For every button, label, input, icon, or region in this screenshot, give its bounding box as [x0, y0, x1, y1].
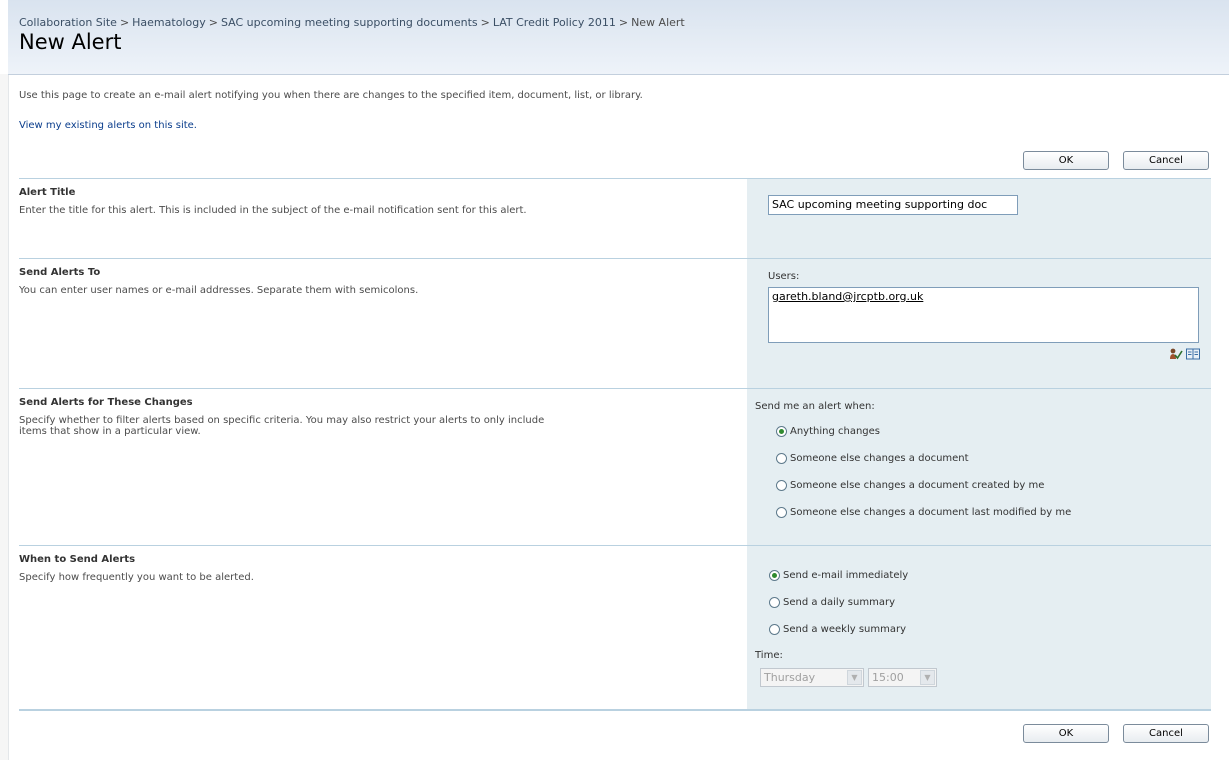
section-description: You can enter user names or e-mail addre… [19, 285, 419, 296]
radio-label: Someone else changes a document created … [790, 479, 1045, 491]
section-divider [19, 709, 1211, 711]
page-title: New Alert [19, 30, 122, 54]
breadcrumb-item-sac-documents[interactable]: SAC upcoming meeting supporting document… [221, 16, 478, 29]
radio-changes-created-by-me[interactable]: Someone else changes a document created … [776, 478, 1044, 492]
alert-title-input[interactable]: SAC upcoming meeting supporting doc [768, 195, 1018, 215]
cancel-button-top[interactable]: Cancel [1123, 151, 1209, 170]
left-gutter [0, 74, 9, 760]
users-input[interactable]: gareth.bland@jrcptb.org.uk [768, 287, 1199, 343]
chevron-down-icon: ▼ [847, 670, 862, 685]
section-description: Specify whether to filter alerts based o… [19, 415, 545, 437]
cancel-button-bottom[interactable]: Cancel [1123, 724, 1209, 743]
radio-label: Anything changes [790, 425, 881, 437]
section-title: Send Alerts for These Changes [19, 397, 193, 408]
radio-send-immediately[interactable]: Send e-mail immediately [769, 568, 908, 582]
radio-button[interactable] [769, 596, 780, 608]
radio-label: Someone else changes a document last mod… [790, 506, 1072, 518]
send-me-alert-label: Send me an alert when: [755, 401, 875, 412]
day-select[interactable]: Thursday ▼ [760, 668, 864, 687]
view-existing-alerts-link[interactable]: View my existing alerts on this site. [19, 120, 197, 131]
radio-button[interactable] [769, 623, 780, 635]
breadcrumb: Collaboration Site > Haematology > SAC upcom… [19, 16, 685, 29]
breadcrumb-separator: > [480, 16, 490, 29]
radio-button[interactable] [769, 569, 780, 581]
chevron-down-icon: ▼ [920, 670, 935, 685]
day-select-value: Thursday [764, 671, 816, 684]
intro-text: Use this page to create an e-mail alert … [19, 90, 643, 101]
section-description: Specify how frequently you want to be al… [19, 572, 254, 583]
breadcrumb-separator: > [119, 16, 130, 29]
radio-anything-changes[interactable]: Anything changes [776, 424, 880, 438]
check-names-icon[interactable] [1169, 348, 1183, 360]
breadcrumb-current: New Alert [631, 16, 685, 29]
radio-label: Send e-mail immediately [783, 569, 909, 581]
section-title: Send Alerts To [19, 267, 101, 278]
section-title: Alert Title [19, 187, 76, 198]
time-select[interactable]: 15:00 ▼ [868, 668, 937, 687]
users-label: Users: [768, 271, 800, 282]
radio-button[interactable] [776, 452, 787, 464]
ok-button-top[interactable]: OK [1023, 151, 1109, 170]
radio-weekly-summary[interactable]: Send a weekly summary [769, 622, 906, 636]
radio-button[interactable] [776, 425, 787, 437]
section-send-alerts-to: Send Alerts To You can enter user names … [19, 258, 1211, 389]
section-title: When to Send Alerts [19, 554, 136, 565]
ok-button-bottom[interactable]: OK [1023, 724, 1109, 743]
breadcrumb-separator: > [208, 16, 218, 29]
radio-label: Send a daily summary [783, 596, 895, 608]
address-book-icon[interactable] [1186, 348, 1200, 360]
breadcrumb-item-collaboration-site[interactable]: Collaboration Site [19, 16, 117, 29]
time-label: Time: [755, 650, 783, 661]
radio-button[interactable] [776, 479, 787, 491]
page-header: Collaboration Site > Haematology > SAC upcom… [8, 0, 1229, 75]
user-entry: gareth.bland@jrcptb.org.uk [772, 290, 924, 303]
breadcrumb-item-lat-credit-policy[interactable]: LAT Credit Policy 2011 [493, 16, 616, 29]
time-select-value: 15:00 [872, 671, 904, 684]
radio-someone-else-changes[interactable]: Someone else changes a document [776, 451, 969, 465]
section-alert-changes: Send Alerts for These Changes Specify wh… [19, 388, 1211, 546]
section-when-to-send: When to Send Alerts Specify how frequent… [19, 545, 1211, 710]
breadcrumb-separator: > [618, 16, 629, 29]
radio-changes-last-modified-by-me[interactable]: Someone else changes a document last mod… [776, 505, 1071, 519]
section-description: Enter the title for this alert. This is … [19, 205, 527, 216]
radio-label: Send a weekly summary [783, 623, 907, 635]
breadcrumb-item-haematology[interactable]: Haematology [132, 16, 206, 29]
radio-daily-summary[interactable]: Send a daily summary [769, 595, 895, 609]
section-alert-title: Alert Title Enter the title for this ale… [19, 178, 1211, 259]
radio-label: Someone else changes a document [790, 452, 969, 464]
radio-button[interactable] [776, 506, 787, 518]
